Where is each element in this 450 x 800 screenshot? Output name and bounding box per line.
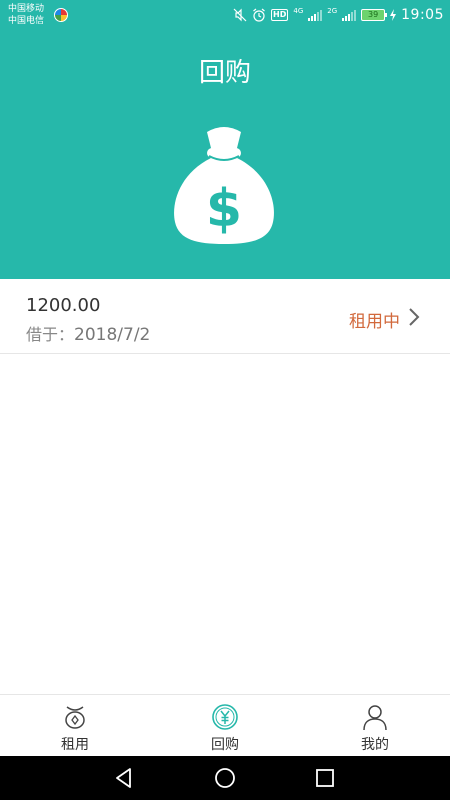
- signal-icon: [342, 10, 357, 21]
- carrier-label-2: 中国电信: [8, 16, 45, 26]
- network-type-2: 2G: [327, 7, 338, 15]
- money-bag-icon: $: [174, 127, 274, 244]
- status-time: 19:05: [401, 7, 444, 23]
- record-row[interactable]: 1200.00 借于：2018/7/2 租用中: [0, 279, 450, 354]
- back-icon[interactable]: [112, 766, 136, 790]
- svg-text:$: $: [206, 179, 242, 239]
- nav-label-rent: 租用: [61, 737, 89, 753]
- record-status: 租用中: [349, 312, 400, 332]
- mute-icon: [233, 8, 247, 22]
- network-type-1: 4G: [293, 7, 304, 15]
- battery-level: 39: [368, 10, 379, 19]
- recent-apps-icon[interactable]: [313, 766, 337, 790]
- battery-icon: 39: [361, 9, 388, 21]
- home-icon[interactable]: [213, 766, 237, 790]
- chevron-right-icon: [409, 308, 420, 326]
- person-icon: [363, 705, 387, 731]
- nav-label-buyback: 回购: [211, 737, 239, 753]
- nav-item-buyback[interactable]: 回购: [150, 695, 300, 757]
- carrier-label-1: 中国移动: [8, 4, 45, 14]
- hd-badge: HD: [271, 9, 289, 21]
- header: 回购 $: [0, 30, 450, 279]
- alarm-icon: [253, 8, 265, 22]
- nav-label-mine: 我的: [361, 737, 389, 753]
- status-bar: 中国移动 中国电信 HD 4G 2G 39 19:05: [0, 0, 450, 30]
- record-amount: 1200.00: [26, 295, 101, 316]
- nav-item-rent[interactable]: 租用: [0, 695, 150, 757]
- charging-icon: [390, 9, 397, 21]
- bottom-nav: 租用 回购 我的: [0, 694, 450, 756]
- rent-bag-icon: [65, 706, 85, 729]
- signal-icon: [308, 10, 323, 21]
- record-date: 2018/7/2: [74, 325, 151, 345]
- status-icons: HD 4G 2G 39 19:05: [233, 6, 444, 24]
- yuan-coin-icon: [212, 704, 238, 730]
- page-title: 回购: [198, 58, 251, 88]
- carrier-info: 中国移动 中国电信: [8, 3, 44, 27]
- record-date-line: 借于：2018/7/2: [26, 321, 150, 345]
- android-navigation-bar: [0, 756, 450, 800]
- record-date-prefix: 借于：: [26, 325, 75, 344]
- nav-item-mine[interactable]: 我的: [300, 695, 450, 757]
- carrier-logo-icon: [54, 8, 68, 22]
